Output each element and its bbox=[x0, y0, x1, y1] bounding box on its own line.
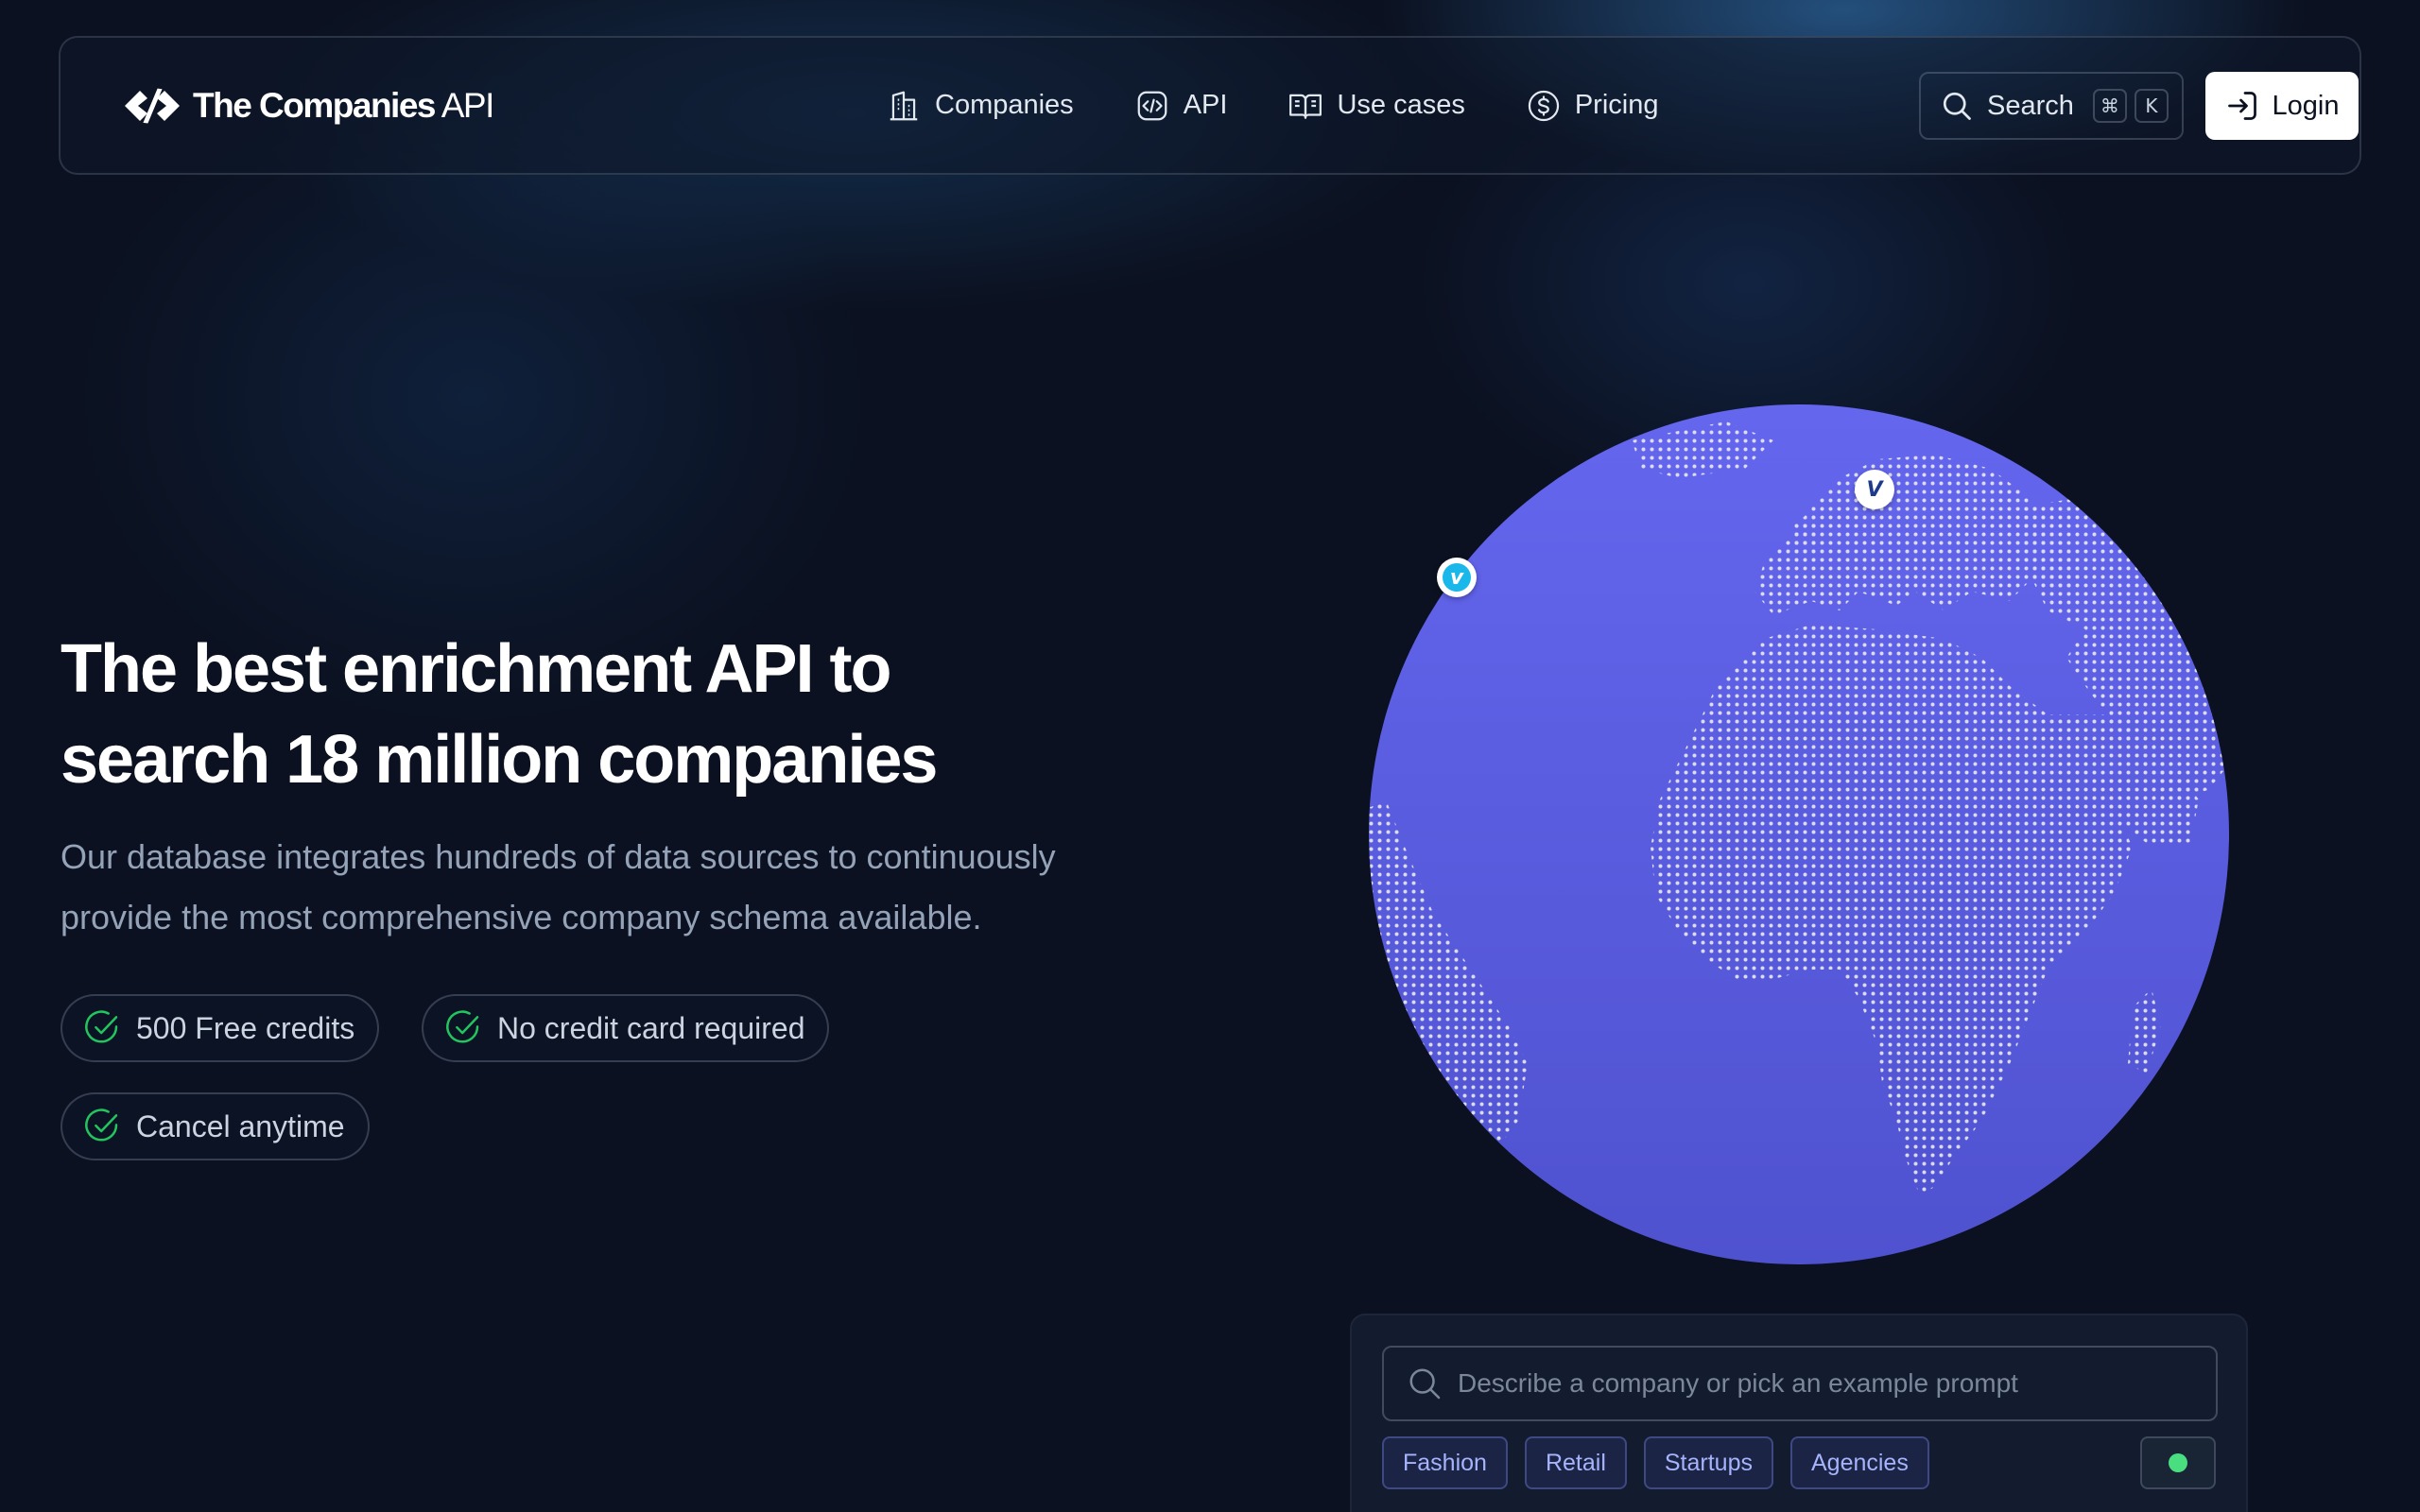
status-toggle[interactable] bbox=[2140, 1436, 2216, 1489]
nav-item-api[interactable]: API bbox=[1134, 88, 1228, 124]
badge-label: No credit card required bbox=[497, 1010, 805, 1045]
check-circle-icon bbox=[446, 1010, 479, 1043]
badge-label: Cancel anytime bbox=[136, 1108, 345, 1143]
dollar-icon bbox=[1528, 90, 1559, 121]
tag-startups[interactable]: Startups bbox=[1643, 1436, 1773, 1489]
login-icon bbox=[2227, 92, 2256, 120]
badge-cancel-anytime: Cancel anytime bbox=[60, 1092, 370, 1160]
check-circle-icon bbox=[85, 1108, 118, 1142]
search-icon bbox=[1409, 1368, 1441, 1400]
tag-fashion[interactable]: Fashion bbox=[1382, 1436, 1508, 1489]
logo-mark-icon bbox=[125, 88, 180, 124]
nav-item-label: Companies bbox=[935, 90, 1074, 120]
hero-subtitle-line: Our database integrates hundreds of data… bbox=[60, 837, 1056, 876]
status-dot-icon bbox=[2169, 1453, 2187, 1472]
check-circle-icon bbox=[85, 1010, 118, 1043]
hero-subtitle-line: provide the most comprehensive company s… bbox=[60, 898, 982, 936]
nav-item-companies[interactable]: Companies bbox=[886, 88, 1074, 124]
kbd-k: K bbox=[2134, 89, 2169, 123]
badge-no-card: No credit card required bbox=[422, 994, 830, 1062]
globe[interactable]: v V bbox=[1367, 403, 2231, 1266]
badge-free-credits: 500 Free credits bbox=[60, 994, 380, 1062]
nav-item-pricing[interactable]: Pricing bbox=[1526, 88, 1659, 124]
kbd-cmd: ⌘ bbox=[2092, 89, 2127, 123]
hero-subtitle: Our database integrates hundreds of data… bbox=[60, 827, 1176, 948]
logo-text: The Companies API bbox=[193, 85, 494, 125]
search-button[interactable]: Search ⌘ K bbox=[1919, 72, 2184, 140]
prompt-input[interactable] bbox=[1458, 1368, 2216, 1399]
prompt-input-wrapper bbox=[1382, 1346, 2218, 1421]
nav-item-use-cases[interactable]: Use cases bbox=[1288, 88, 1465, 124]
venmo-logo-icon: V bbox=[1860, 475, 1889, 504]
marker-vimeo[interactable]: v bbox=[1437, 558, 1477, 597]
search-icon bbox=[1943, 92, 1971, 120]
prompt-panel: Fashion Retail Startups Agencies bbox=[1350, 1314, 2248, 1512]
marker-venmo[interactable]: V bbox=[1855, 470, 1894, 509]
logo[interactable]: The Companies API bbox=[121, 84, 494, 128]
hero-title: The best enrichment API to search 18 mil… bbox=[60, 624, 1148, 805]
tag-retail[interactable]: Retail bbox=[1524, 1436, 1627, 1489]
book-icon bbox=[1289, 94, 1322, 119]
login-button[interactable]: Login bbox=[2205, 72, 2359, 140]
search-label: Search bbox=[1987, 90, 2074, 121]
example-tags: Fashion Retail Startups Agencies bbox=[1382, 1436, 1929, 1489]
search-shortcut: ⌘ K bbox=[2092, 89, 2169, 123]
code-icon bbox=[1137, 91, 1167, 120]
main-nav: Companies API Use cases Pricing bbox=[886, 88, 1658, 124]
vimeo-logo-icon: v bbox=[1443, 563, 1471, 592]
globe-sphere bbox=[1369, 404, 2229, 1264]
hero-title-line: search 18 million companies bbox=[60, 722, 938, 798]
hero-title-line: The best enrichment API to bbox=[60, 631, 891, 707]
navbar: The Companies API Companies API Use case… bbox=[59, 36, 2361, 175]
nav-item-label: API bbox=[1183, 90, 1228, 120]
building-icon bbox=[890, 91, 918, 120]
tag-agencies[interactable]: Agencies bbox=[1789, 1436, 1929, 1489]
login-label: Login bbox=[2272, 90, 2340, 121]
badge-label: 500 Free credits bbox=[136, 1010, 355, 1045]
nav-item-label: Pricing bbox=[1574, 90, 1659, 120]
nav-item-label: Use cases bbox=[1337, 90, 1465, 120]
